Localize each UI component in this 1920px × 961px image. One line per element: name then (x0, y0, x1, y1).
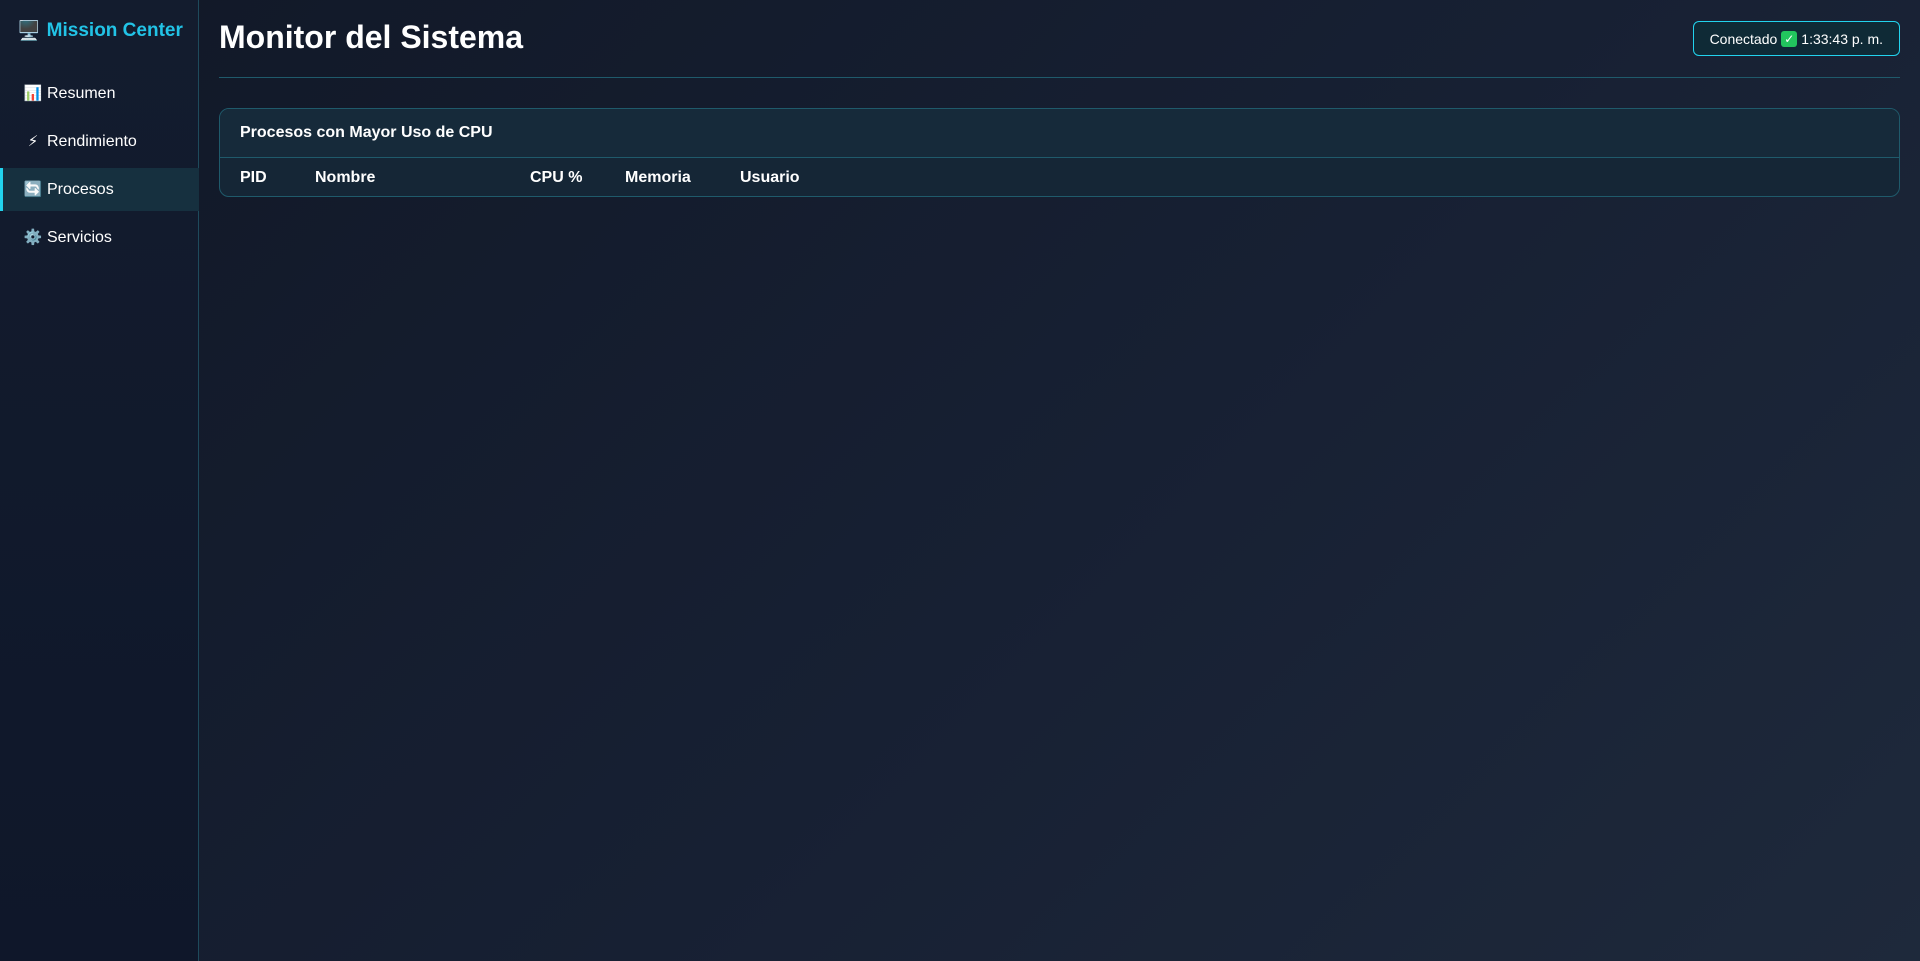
sidebar-item-label: Servicios (47, 228, 112, 246)
column-header-usuario[interactable]: Usuario (740, 158, 890, 196)
lightning-icon: ⚡ (27, 133, 39, 150)
column-header-cpu[interactable]: CPU % (530, 158, 625, 196)
panel-title: Procesos con Mayor Uso de CPU (220, 109, 1899, 158)
app-brand: 🖥️ Mission Center (17, 20, 183, 42)
refresh-icon: 🔄 (23, 181, 43, 198)
sidebar-item-procesos[interactable]: 🔄 Procesos (0, 168, 199, 211)
page-title: Monitor del Sistema (219, 19, 524, 55)
sidebar-item-label: Rendimiento (47, 132, 137, 150)
sidebar-item-servicios[interactable]: ⚙️ Servicios (0, 216, 199, 259)
sidebar-item-label: Procesos (47, 180, 114, 198)
column-header-memoria[interactable]: Memoria (625, 158, 740, 196)
top-processes-panel: Procesos con Mayor Uso de CPU PID Nombre… (219, 108, 1900, 197)
sidebar-item-rendimiento[interactable]: ⚡ Rendimiento (0, 120, 199, 163)
status-time: 1:33:43 p. m. (1801, 30, 1883, 47)
header-divider (219, 77, 1900, 78)
sidebar-nav: 📊 Resumen ⚡ Rendimiento 🔄 Procesos ⚙️ Se… (0, 72, 199, 264)
sidebar: 🖥️ Mission Center 📊 Resumen ⚡ Rendimient… (0, 0, 199, 961)
processes-table: PID Nombre CPU % Memoria Usuario (220, 158, 890, 196)
connection-status-badge: Conectado ✓ 1:33:43 p. m. (1692, 21, 1900, 56)
bar-chart-icon: 📊 (23, 85, 43, 102)
sidebar-item-resumen[interactable]: 📊 Resumen (0, 72, 199, 115)
app-root: 🖥️ Mission Center 📊 Resumen ⚡ Rendimient… (0, 0, 1920, 961)
main-content: Monitor del Sistema Conectado ✓ 1:33:43 … (199, 0, 1920, 961)
column-header-pid[interactable]: PID (220, 158, 315, 196)
app-name: Mission Center (46, 20, 183, 41)
gear-icon: ⚙️ (23, 229, 43, 246)
monitor-icon: 🖥️ (17, 20, 41, 42)
sidebar-item-label: Resumen (47, 84, 116, 102)
table-header-row: PID Nombre CPU % Memoria Usuario (220, 158, 890, 196)
column-header-nombre[interactable]: Nombre (315, 158, 530, 196)
status-label: Conectado (1709, 30, 1778, 47)
check-icon: ✓ (1781, 30, 1798, 47)
